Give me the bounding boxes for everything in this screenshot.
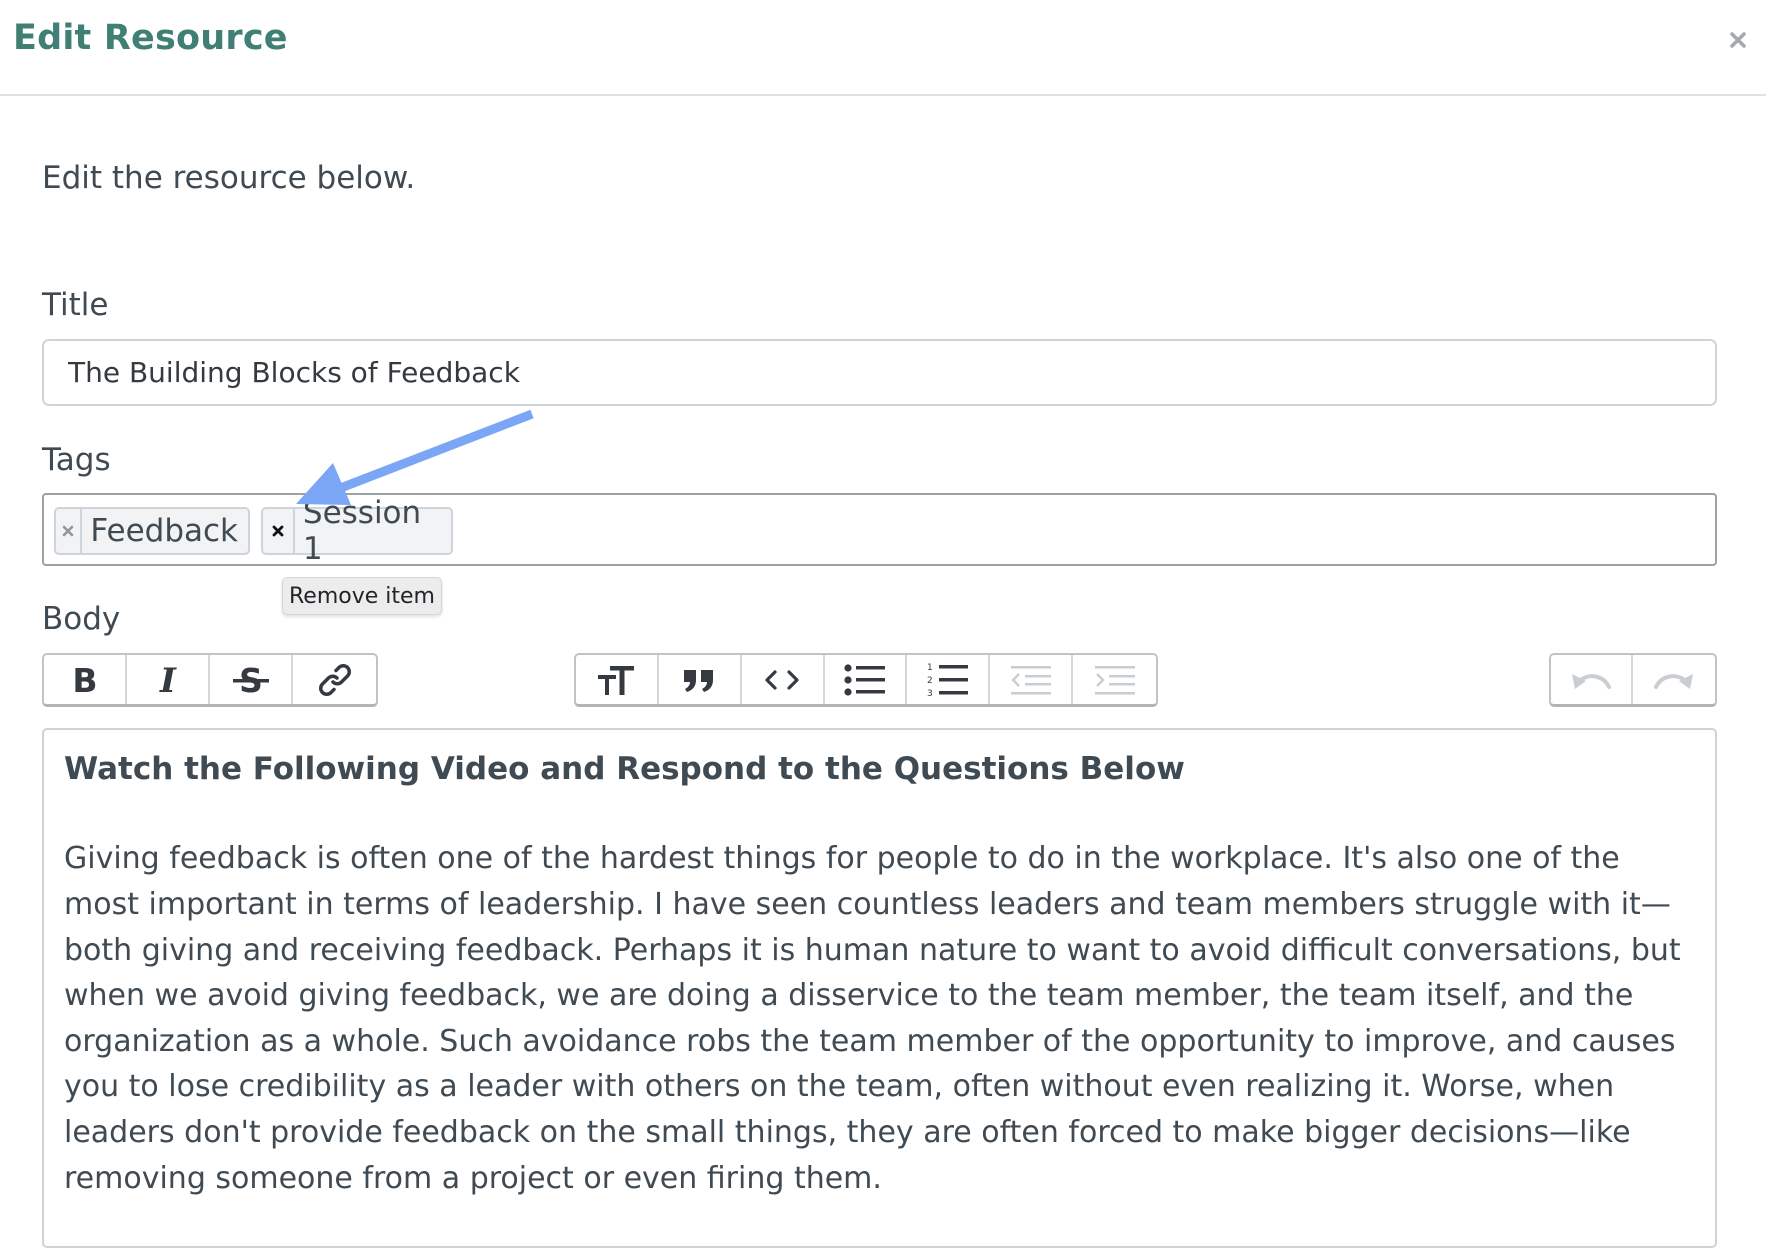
title-input[interactable] [42, 339, 1717, 406]
italic-icon: I [159, 663, 177, 697]
tag-session-1: Session 1 [261, 495, 453, 567]
bullet-list-button[interactable] [825, 655, 908, 704]
svg-text:3: 3 [927, 689, 933, 699]
svg-text:1: 1 [927, 663, 933, 673]
outdent-icon [1010, 665, 1051, 694]
svg-text:I: I [159, 663, 177, 697]
bold-button[interactable]: B [44, 655, 127, 704]
close-icon [272, 525, 284, 537]
close-icon [62, 525, 74, 537]
undo-button[interactable] [1551, 655, 1634, 704]
intro-text: Edit the resource below. [42, 160, 416, 196]
tag-remove-button[interactable] [263, 509, 295, 553]
undo-icon [1572, 673, 1611, 689]
italic-button[interactable]: I [127, 655, 210, 704]
modal-header: Edit Resource [0, 0, 1766, 96]
remove-item-tooltip: Remove item [282, 577, 442, 615]
strikethrough-button[interactable]: S [210, 655, 293, 704]
redo-icon [1654, 673, 1693, 689]
modal-title: Edit Resource [13, 18, 288, 58]
quote-icon [684, 669, 714, 692]
tag-feedback: Feedback [54, 507, 250, 555]
body-heading: Watch the Following Video and Respond to… [64, 751, 1185, 787]
close-icon [1730, 32, 1746, 48]
indent-icon [1094, 665, 1135, 694]
quote-button[interactable] [659, 655, 742, 704]
numbered-list-button[interactable]: 1 2 3 [907, 655, 991, 704]
outdent-button[interactable] [990, 655, 1074, 704]
svg-text:2: 2 [927, 676, 933, 686]
bullet-list-icon [844, 663, 885, 696]
body-paragraph: Giving feedback is often one of the hard… [64, 841, 1681, 1196]
indent-button[interactable] [1073, 655, 1156, 704]
code-icon [765, 669, 799, 690]
title-label: Title [42, 287, 109, 323]
redo-button[interactable] [1633, 655, 1715, 704]
tags-label: Tags [42, 442, 111, 478]
numbered-list-icon: 1 2 3 [927, 663, 968, 699]
tag-label: Session 1 [302, 495, 422, 567]
tag-remove-button[interactable] [56, 509, 83, 553]
body-label: Body [42, 601, 121, 637]
tag-label: Feedback [90, 513, 238, 549]
bold-icon: B [72, 663, 97, 697]
body-editor[interactable]: Watch the Following Video and Respond to… [42, 728, 1717, 1248]
tags-input[interactable]: Feedback Session 1 [42, 493, 1717, 567]
toolbar-block-group: 1 2 3 [574, 653, 1158, 707]
heading-icon [598, 665, 635, 695]
heading-button[interactable] [576, 655, 659, 704]
close-button[interactable] [1722, 24, 1754, 56]
strikethrough-icon: S [232, 663, 269, 697]
code-button[interactable] [742, 655, 825, 704]
toolbar-format-group: B I S [42, 653, 378, 707]
toolbar-history-group [1549, 653, 1717, 707]
svg-text:B: B [72, 663, 97, 697]
link-button[interactable] [293, 655, 376, 704]
link-icon [318, 663, 351, 696]
